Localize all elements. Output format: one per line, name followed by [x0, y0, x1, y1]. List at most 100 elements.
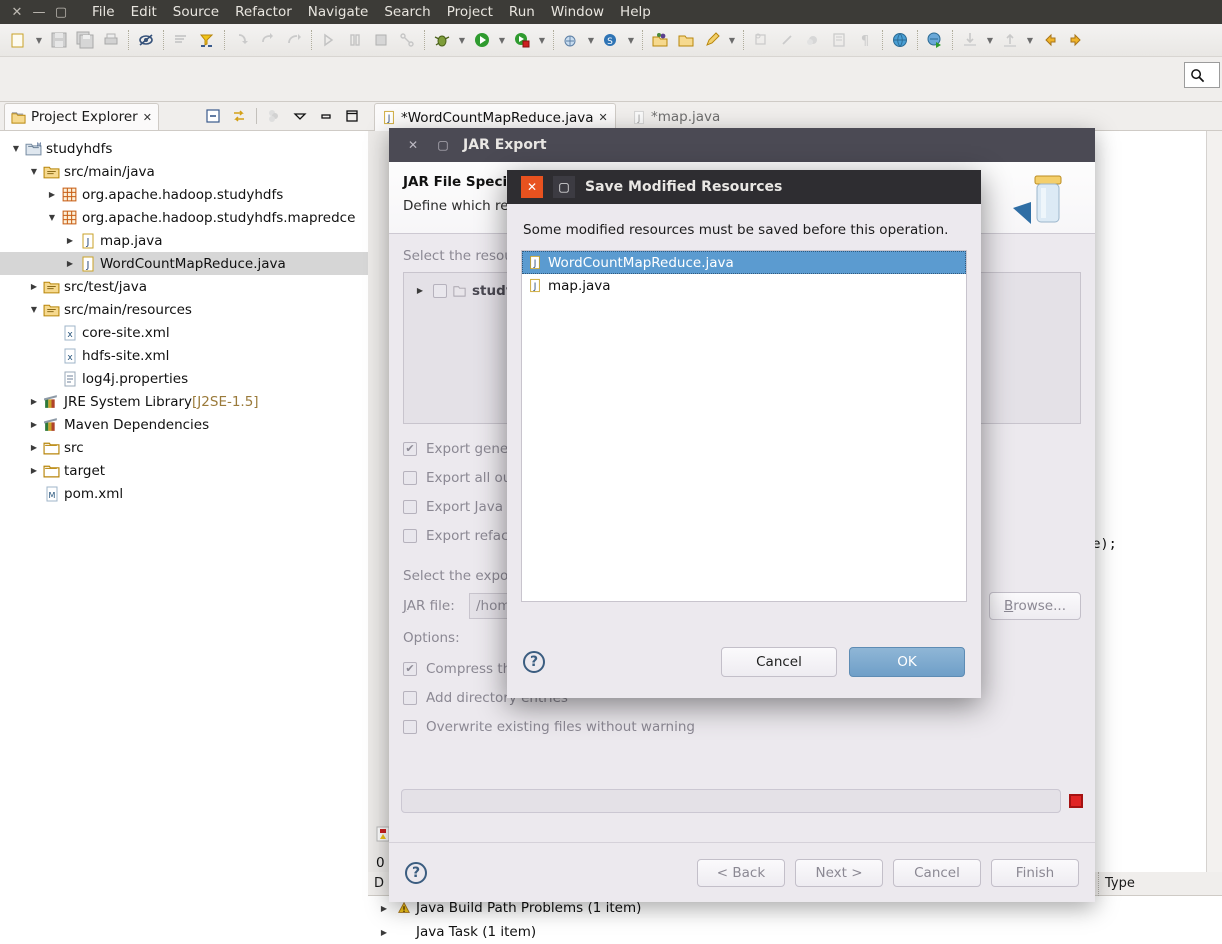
list-item[interactable]: J map.java	[522, 274, 966, 297]
tree-item-maven-dependencies[interactable]: ▶ Maven Dependencies	[0, 413, 368, 436]
checkbox[interactable]	[403, 719, 417, 734]
close-icon[interactable]: ✕	[403, 135, 423, 155]
new-wizard-icon[interactable]	[6, 27, 32, 53]
stop-button[interactable]	[1069, 794, 1083, 808]
new-scala-icon[interactable]: S	[598, 27, 624, 53]
modified-resources-list[interactable]: J WordCountMapReduce.java J map.java	[521, 250, 967, 602]
tree-item-studyhdfs[interactable]: ▼ M J studyhdfs	[0, 137, 368, 160]
tree-item-src[interactable]: ▶ src	[0, 436, 368, 459]
new-java-project-icon[interactable]	[558, 27, 584, 53]
tree-item-hdfs-site-xml[interactable]: x hdfs-site.xml	[0, 344, 368, 367]
expand-icon[interactable]: ▶	[62, 229, 78, 252]
forward-navigation-icon[interactable]	[1063, 27, 1089, 53]
tree-item-src-main-resources[interactable]: ▼ src/main/resources	[0, 298, 368, 321]
close-icon[interactable]: ✕	[143, 111, 152, 124]
expand-icon[interactable]: ▶	[62, 252, 78, 275]
ok-button[interactable]: OK	[849, 647, 965, 677]
checkbox[interactable]	[433, 283, 447, 298]
list-item[interactable]: J WordCountMapReduce.java	[522, 251, 966, 274]
cancel-button[interactable]: Cancel	[721, 647, 837, 677]
tree-item-org-apache-hadoop-studyhdfs[interactable]: ▶ org.apache.hadoop.studyhdfs	[0, 183, 368, 206]
collapse-all-icon[interactable]	[201, 104, 225, 128]
help-icon[interactable]: ?	[523, 651, 545, 673]
collapse-icon[interactable]: ▼	[26, 160, 42, 183]
run-dropdown-icon[interactable]: ▼	[495, 27, 509, 53]
debug-icon[interactable]	[429, 27, 455, 53]
maximize-icon[interactable]: ▢	[433, 135, 453, 155]
annotation-dropdown-icon[interactable]: ▼	[725, 27, 739, 53]
expand-icon[interactable]: ▶	[376, 921, 392, 944]
external-tools-dropdown-icon[interactable]: ▼	[535, 27, 549, 53]
new-scala-dropdown-icon[interactable]: ▼	[624, 27, 638, 53]
expand-icon[interactable]: ▶	[26, 413, 42, 436]
menu-item-project[interactable]: Project	[439, 0, 501, 24]
option-overwrite-existing[interactable]: Overwrite existing files without warning	[403, 712, 1081, 741]
open-type-icon[interactable]	[194, 27, 220, 53]
table-row[interactable]: ▶ Java Task (1 item)	[368, 920, 1222, 944]
help-icon[interactable]: ?	[405, 861, 427, 884]
window-close-icon[interactable]: ✕	[6, 0, 28, 24]
close-icon[interactable]: ✕	[521, 176, 543, 198]
menu-item-search[interactable]: Search	[376, 0, 438, 24]
column-type[interactable]: Type	[1099, 872, 1219, 896]
open-package-icon[interactable]	[647, 27, 673, 53]
checkbox[interactable]	[403, 661, 417, 676]
menu-item-refactor[interactable]: Refactor	[227, 0, 300, 24]
expand-icon[interactable]: ▶	[26, 275, 42, 298]
checkbox[interactable]	[403, 499, 417, 514]
open-folder-icon[interactable]	[673, 27, 699, 53]
menu-item-help[interactable]: Help	[612, 0, 659, 24]
close-icon[interactable]: ✕	[599, 111, 608, 124]
tree-item-wordcountmapreduce-java[interactable]: ▶ J WordCountMapReduce.java	[0, 252, 368, 275]
minimize-icon[interactable]	[314, 104, 338, 128]
expand-icon[interactable]: ▶	[26, 390, 42, 413]
expand-icon[interactable]: ▶	[412, 279, 428, 302]
editor-overview-ruler[interactable]	[1206, 131, 1222, 872]
tree-item-map-java[interactable]: ▶ Jmap.java	[0, 229, 368, 252]
view-menu-icon[interactable]	[288, 104, 312, 128]
checkbox[interactable]	[403, 441, 417, 456]
link-with-editor-icon[interactable]	[227, 104, 251, 128]
finish-button[interactable]: Finish	[991, 858, 1079, 887]
expand-icon[interactable]: ▶	[26, 436, 42, 459]
expand-icon[interactable]: ▶	[26, 459, 42, 482]
menu-item-file[interactable]: File	[84, 0, 123, 24]
collapse-icon[interactable]: ▼	[44, 206, 60, 229]
checkbox[interactable]	[403, 690, 417, 705]
maximize-icon[interactable]: ▢	[553, 176, 575, 198]
cancel-button[interactable]: Cancel	[893, 858, 981, 887]
back-button[interactable]: < Back	[697, 858, 785, 887]
project-tree[interactable]: ▼M Jstudyhdfs▼src/main/java▶org.apache.h…	[0, 130, 368, 944]
collapse-icon[interactable]: ▼	[8, 137, 24, 160]
next-button[interactable]: Next >	[795, 858, 883, 887]
tree-item-pom-xml[interactable]: Mpom.xml	[0, 482, 368, 505]
browse-button[interactable]: Browse...	[988, 592, 1081, 620]
annotation-icon[interactable]	[699, 27, 725, 53]
menu-item-run[interactable]: Run	[501, 0, 543, 24]
tree-item-core-site-xml[interactable]: x core-site.xml	[0, 321, 368, 344]
toggle-mark-occurrences-icon[interactable]	[133, 27, 159, 53]
run-on-server-icon[interactable]	[922, 27, 948, 53]
search-input[interactable]	[1184, 62, 1220, 88]
tab-map-java[interactable]: J *map.java	[625, 103, 727, 131]
maximize-icon[interactable]	[340, 104, 364, 128]
tab-wordcountmapreduce-java[interactable]: J *WordCountMapReduce.java ✕	[374, 103, 616, 131]
tree-item-org-apache-hadoop-studyhdfs-mapredce[interactable]: ▼ org.apache.hadoop.studyhdfs.mapredce	[0, 206, 368, 229]
back-navigation-icon[interactable]	[1037, 27, 1063, 53]
menu-item-source[interactable]: Source	[165, 0, 227, 24]
tab-project-explorer[interactable]: Project Explorer ✕	[4, 103, 159, 130]
tree-item-src-test-java[interactable]: ▶ src/test/java	[0, 275, 368, 298]
tree-item-log4j-properties[interactable]: log4j.properties	[0, 367, 368, 390]
checkbox[interactable]	[403, 470, 417, 485]
menu-item-window[interactable]: Window	[543, 0, 612, 24]
tree-item-src-main-java[interactable]: ▼ src/main/java	[0, 160, 368, 183]
run-icon[interactable]	[469, 27, 495, 53]
expand-icon[interactable]: ▶	[44, 183, 60, 206]
tree-item-jre-system-library[interactable]: ▶ JRE System Library [J2SE-1.5]	[0, 390, 368, 413]
window-maximize-icon[interactable]: ▢	[50, 0, 72, 24]
new-java-project-dropdown-icon[interactable]: ▼	[584, 27, 598, 53]
checkbox[interactable]	[403, 528, 417, 543]
new-dropdown-icon[interactable]: ▼	[32, 27, 46, 53]
open-web-browser-icon[interactable]	[887, 27, 913, 53]
tree-item-target[interactable]: ▶ target	[0, 459, 368, 482]
